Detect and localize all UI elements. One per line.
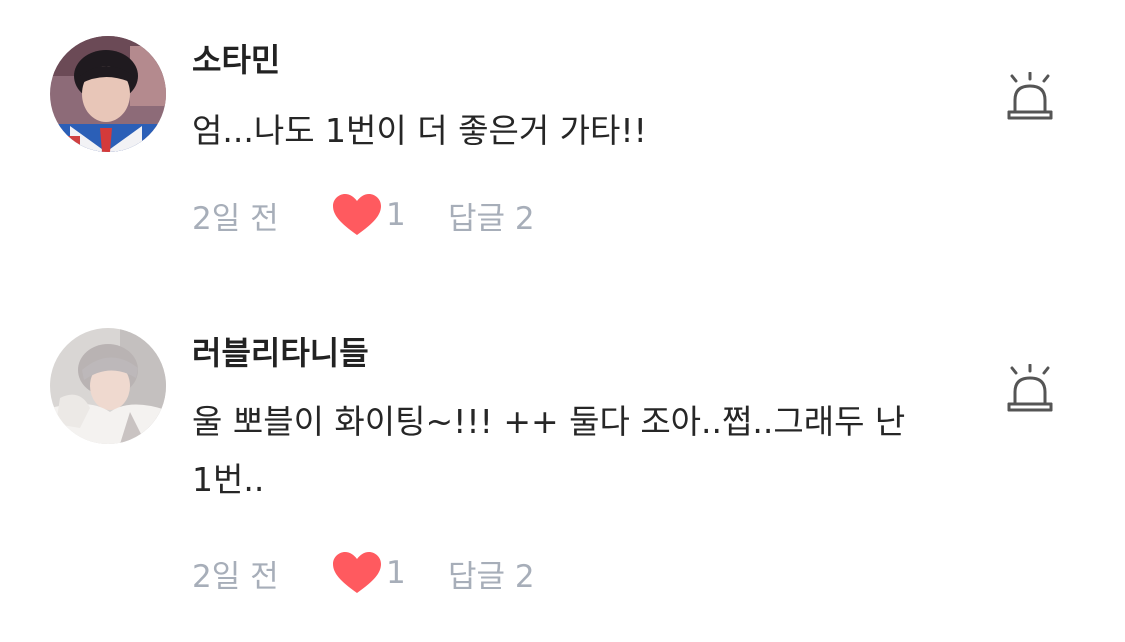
avatar[interactable] [50,36,166,152]
comment-text: 울 뽀블이 화이팅~!!! ++ 둘다 조아..쩝..그래두 난 1번.. [192,402,906,499]
avatar-image [50,328,166,444]
reply-button[interactable]: 답글 2 [448,551,535,596]
comment-text: 엄...나도 1번이 더 좋은거 가타!! [192,111,647,150]
like-button[interactable]: 1 [332,551,436,595]
reply-button[interactable]: 답글 2 [448,193,535,238]
comment-meta: 2일 전 1 답글 2 [192,550,535,596]
like-count: 1 [386,555,406,591]
avatar-image [50,36,166,152]
like-count: 1 [386,197,406,233]
report-button[interactable] [1003,72,1057,124]
comment-meta: 2일 전 1 답글 2 [192,192,535,238]
avatar[interactable] [50,328,166,444]
like-button[interactable]: 1 [332,193,436,237]
report-button[interactable] [1003,364,1057,416]
comment-username[interactable]: 소타민 [192,40,280,80]
comment-username[interactable]: 러블리타니들 [192,333,369,373]
siren-icon [1007,72,1053,120]
comment-time: 2일 전 [192,200,279,237]
comment-time: 2일 전 [192,558,279,595]
heart-icon [332,551,382,595]
siren-icon [1007,364,1053,412]
heart-icon [332,193,382,237]
